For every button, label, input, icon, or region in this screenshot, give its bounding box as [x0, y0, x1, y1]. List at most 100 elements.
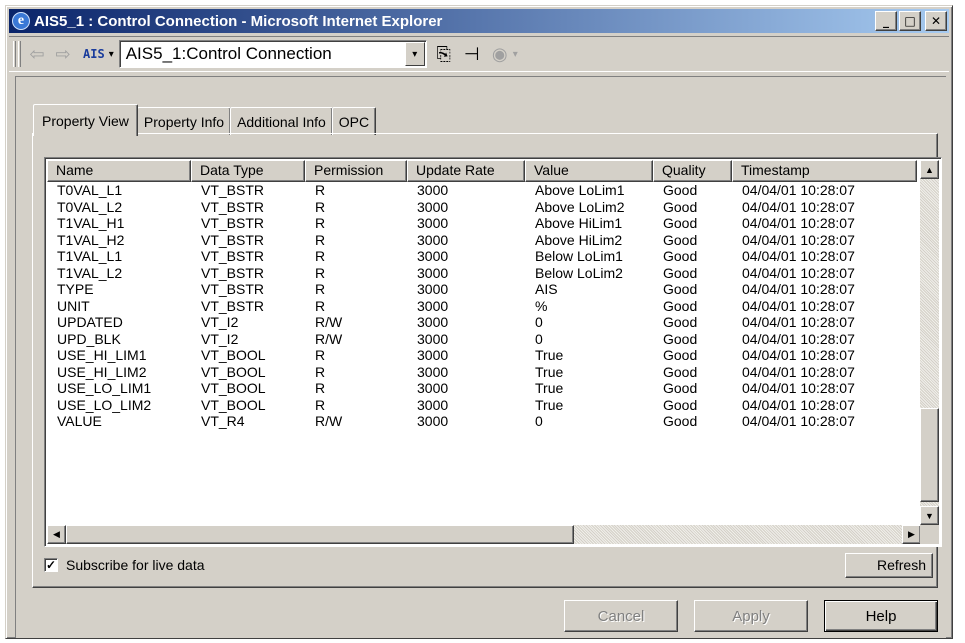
cell-timestamp: 04/04/01 10:28:07	[742, 231, 855, 248]
cell-timestamp: 04/04/01 10:28:07	[742, 396, 855, 413]
subscribe-checkbox[interactable]: ✓	[44, 558, 58, 572]
view-chevron-down-icon[interactable]: ▾	[513, 49, 518, 60]
open-object-icon[interactable]: ⎘	[433, 44, 455, 65]
cell-update-rate: 3000	[417, 182, 449, 198]
cell-name: UPD_BLK	[57, 330, 121, 347]
cell-timestamp: 04/04/01 10:28:07	[742, 297, 855, 314]
cell-name: VALUE	[57, 413, 102, 429]
cell-name: UNIT	[57, 297, 90, 314]
cell-timestamp: 04/04/01 10:28:07	[742, 198, 855, 215]
cell-permission: R	[315, 264, 326, 281]
property-list[interactable]: Name Data Type Permission Update Rate Va…	[44, 157, 942, 547]
cell-data-type: VT_BOOL	[201, 396, 266, 413]
column-header-quality[interactable]: Quality	[653, 160, 732, 182]
cell-value: Above LoLim1	[535, 182, 625, 198]
scroll-left-button[interactable]: ◀	[47, 525, 66, 544]
table-row[interactable]: USE_LO_LIM1 VT_BOOL R 3000 True Good 04/04/01 …	[47, 380, 917, 397]
maximize-button[interactable]: □	[899, 11, 921, 31]
table-row[interactable]: T0VAL_L1 VT_BSTR R 3000 Above LoLim1 Good 04/0…	[47, 182, 917, 199]
column-header-data-type[interactable]: Data Type	[191, 160, 305, 182]
cell-data-type: VT_BOOL	[201, 347, 266, 363]
cell-permission: R	[315, 380, 326, 396]
chevron-down-icon: ▾	[108, 48, 114, 60]
cell-permission: R	[315, 396, 326, 413]
table-row[interactable]: T1VAL_L1 VT_BSTR R 3000 Below LoLim1 Good 04/0…	[47, 248, 917, 265]
table-row[interactable]: UPD_BLK VT_I2 R/W 3000 0 Good 04/04/01 10:28:0…	[47, 331, 917, 348]
table-row[interactable]: UNIT VT_BSTR R 3000% Good 04/04/01 10:28:07	[47, 298, 917, 315]
cell-permission: R	[315, 281, 326, 297]
view-icon[interactable]: ◉	[489, 44, 511, 65]
table-row[interactable]: VALUE VT_R4 R/W 3000 0 Good 04/04/01 10:28:07	[47, 413, 917, 430]
apply-button[interactable]: Apply	[694, 600, 808, 632]
cell-update-rate: 3000	[417, 413, 449, 429]
toolbar-grip-secondary[interactable]	[18, 41, 21, 67]
vertical-scroll-thumb[interactable]	[920, 408, 939, 502]
horizontal-scrollbar[interactable]: ◀ ▶	[47, 525, 921, 544]
minimize-button[interactable]: _	[875, 11, 897, 31]
window-controls: _ □ ✕	[875, 11, 947, 31]
ais-menu-button[interactable]: AIS ▾	[83, 47, 114, 61]
cell-permission: R	[315, 182, 326, 198]
ais-label: AIS	[83, 47, 105, 61]
table-row[interactable]: TYPE VT_BSTR R 3000 AIS Good 04/04/01 10:28:07	[47, 281, 917, 298]
table-row[interactable]: T1VAL_L2 VT_BSTR R 3000 Below LoLim2 Good 04/0…	[47, 265, 917, 282]
cell-update-rate: 3000	[417, 314, 449, 330]
cell-name: UPDATED	[57, 314, 123, 330]
cell-timestamp: 04/04/01 10:28:07	[742, 215, 855, 231]
address-combo[interactable]: AIS5_1:Control Connection ▾	[118, 40, 427, 68]
pin-icon[interactable]: ⊣	[461, 44, 483, 65]
cell-quality: Good	[663, 330, 698, 347]
table-row[interactable]: USE_HI_LIM1 VT_BOOL R 3000 True Good 04/04/01 …	[47, 347, 917, 364]
table-row[interactable]: T1VAL_H2 VT_BSTR R 3000 Above HiLim2 Good 04/0…	[47, 232, 917, 249]
tab-additional-info[interactable]: Additional Info	[230, 107, 333, 135]
column-header-name[interactable]: Name	[47, 160, 191, 182]
scroll-down-button[interactable]: ▼	[920, 506, 939, 525]
tab-property-info[interactable]: Property Info	[136, 107, 232, 135]
scroll-right-button[interactable]: ▶	[902, 525, 921, 544]
cell-timestamp: 04/04/01 10:28:07	[742, 347, 855, 363]
table-row[interactable]: USE_HI_LIM2 VT_BOOL R 3000 True Good 04/04/01 …	[47, 364, 917, 381]
help-button[interactable]: Help	[824, 600, 938, 632]
combo-dropdown-button[interactable]: ▾	[404, 42, 425, 66]
cell-timestamp: 04/04/01 10:28:07	[742, 281, 855, 297]
back-arrow-icon[interactable]: ⇦	[27, 44, 47, 65]
column-header-permission[interactable]: Permission	[305, 160, 407, 182]
cell-permission: R	[315, 215, 326, 231]
toolbar-grip[interactable]	[13, 41, 16, 67]
title-bar[interactable]: e AIS5_1 : Control Connection - Microsof…	[9, 9, 949, 33]
window-title: AIS5_1 : Control Connection - Microsoft …	[34, 12, 443, 30]
cell-name: T0VAL_L2	[57, 198, 123, 215]
cell-permission: R	[315, 198, 326, 215]
cell-data-type: VT_R4	[201, 413, 245, 429]
table-row[interactable]: T0VAL_L2 VT_BSTR R 3000 Above LoLim2 Good 04/0…	[47, 199, 917, 216]
forward-arrow-icon[interactable]: ⇨	[53, 44, 73, 65]
refresh-button[interactable]: Refresh	[845, 553, 933, 578]
horizontal-scroll-thumb[interactable]	[66, 525, 574, 544]
content-frame: Property View Property Info Additional I…	[15, 76, 946, 638]
table-row[interactable]: T1VAL_H1 VT_BSTR R 3000 Above HiLim1 Good 04/0…	[47, 215, 917, 232]
toolbar: ⇦ ⇨ AIS ▾ AIS5_1:Control Connection ▾ ⎘ …	[9, 36, 949, 72]
column-header-timestamp[interactable]: Timestamp	[732, 160, 917, 182]
cell-name: T0VAL_L1	[57, 182, 123, 198]
cell-timestamp: 04/04/01 10:28:07	[742, 330, 855, 347]
scroll-up-button[interactable]: ▲	[920, 160, 939, 179]
cell-quality: Good	[663, 413, 698, 429]
cell-update-rate: 3000	[417, 198, 449, 215]
scrollbar-corner	[920, 525, 939, 544]
cell-value: True	[535, 347, 564, 363]
column-header-value[interactable]: Value	[525, 160, 653, 182]
cell-data-type: VT_BSTR	[201, 182, 265, 198]
cell-update-rate: 3000	[417, 281, 449, 297]
subscribe-label[interactable]: Subscribe for live data	[66, 557, 205, 573]
tab-property-view[interactable]: Property View	[33, 104, 138, 136]
table-row[interactable]: UPDATED VT_I2 R/W 3000 0 Good 04/04/01 10:28:0…	[47, 314, 917, 331]
column-header-update-rate[interactable]: Update Rate	[407, 160, 525, 182]
table-row[interactable]: USE_LO_LIM2 VT_BOOL R 3000 True Good 04/04/01 …	[47, 397, 917, 414]
cell-update-rate: 3000	[417, 396, 449, 413]
cancel-button[interactable]: Cancel	[564, 600, 678, 632]
cell-value: AIS	[535, 281, 558, 297]
vertical-scrollbar[interactable]: ▲ ▼	[920, 160, 939, 525]
tab-opc[interactable]: OPC	[331, 107, 377, 135]
close-button[interactable]: ✕	[925, 11, 947, 31]
cell-quality: Good	[663, 198, 698, 215]
